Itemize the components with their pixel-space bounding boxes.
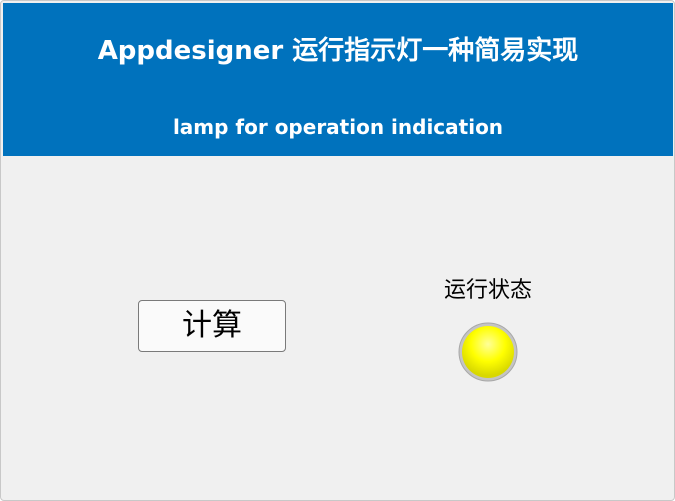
lamp-bulb (462, 326, 514, 378)
calculate-button[interactable]: 计算 (138, 300, 286, 352)
status-lamp (458, 322, 518, 382)
lamp-label: 运行状态 (443, 278, 532, 303)
app-window: Appdesigner 运行指示灯一种简易实现 lamp for operati… (0, 0, 675, 501)
app-subtitle: lamp for operation indication (172, 115, 504, 139)
app-title: Appdesigner 运行指示灯一种简易实现 (97, 36, 579, 66)
header-panel: Appdesigner 运行指示灯一种简易实现 lamp for operati… (3, 3, 673, 156)
